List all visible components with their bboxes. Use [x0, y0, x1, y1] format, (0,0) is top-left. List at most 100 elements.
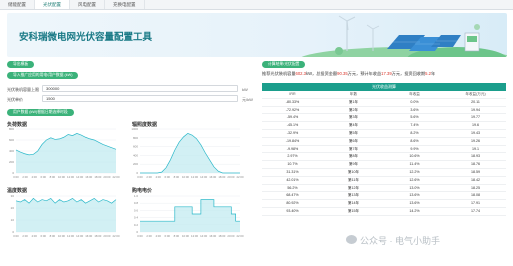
x-tick-label: 10:00 [182, 234, 189, 238]
result-capacity: 602.3 [295, 71, 306, 76]
x-tick-label: 12:00 [191, 175, 198, 179]
x-tick-label: 6:00 [165, 234, 171, 238]
y-tick-label: 0.8 [134, 201, 139, 205]
table-cell: -80.33% [285, 99, 300, 104]
table-cell: 31.31% [286, 169, 299, 174]
table-cell: 18.25 [471, 185, 480, 190]
table-row: 68.47% 第13年 13.6% 18.08 [262, 192, 506, 201]
capacity-limit-label: 光伏装机容量上限 [7, 87, 39, 92]
table-cell: 14.2% [409, 208, 420, 213]
table-cell: 93.40% [286, 208, 299, 213]
pv-price-unit: 元/kW [242, 97, 253, 102]
table-cell: 18.59 [471, 169, 480, 174]
pv-price-input[interactable]: 1500 [42, 95, 238, 102]
x-tick-label: 18:00 [218, 175, 225, 179]
x-tick-label: 20:00 [103, 234, 110, 238]
x-tick-label: 8:00 [174, 175, 180, 179]
x-tick-label: 2:00 [146, 175, 152, 179]
date-select-pill[interactable]: 用户数据 (kW)根据日期选择时段 [7, 109, 74, 116]
chart-area [140, 133, 240, 173]
table-cell: 19.1 [472, 146, 479, 151]
table-cell: 13.0% [409, 185, 420, 190]
load-chart: 80060040020000:00 2:00 4:00 6:00 8:00 10:00 12… [9, 127, 120, 179]
table-cell: 18.08 [471, 193, 480, 198]
table-cell: 8.2% [410, 130, 419, 135]
x-tick-label: 14:00 [200, 175, 207, 179]
y-tick-label: 400 [133, 153, 138, 157]
table-cell: 第1年 [348, 99, 359, 104]
x-tick-label: 2:00 [22, 175, 28, 179]
solar-landscape-illustration [301, 15, 507, 57]
y-tick-label: 800 [9, 127, 14, 131]
x-tick-label: 12:00 [67, 175, 74, 179]
result-invest: 90.35 [337, 71, 348, 76]
import-data-pill[interactable]: 导入推广应用的用电/用户数据 (kW) [7, 72, 79, 79]
y-tick-label: 800 [133, 136, 138, 140]
x-tick-label: 16:00 [85, 175, 92, 179]
y-tick-label: 1.0 [134, 194, 139, 198]
x-tick-label: 4:00 [155, 234, 161, 238]
watermark-text: 公众号 · 电气小助手 [360, 236, 440, 246]
x-tick-label: 4:00 [31, 234, 37, 238]
tab-charging[interactable]: 充换电配置 [105, 0, 145, 9]
temperature-chart: 30201000:00 2:00 4:00 6:00 8:00 10:00 12:00 14:… [11, 194, 120, 238]
table-cell: 13.6% [409, 201, 420, 206]
table-cell: 10.7% [287, 162, 298, 167]
chart-area [16, 198, 116, 232]
col-income: 年收益(万元) [465, 92, 486, 96]
x-tick-label: 8:00 [50, 234, 56, 238]
x-tick-label: 16:00 [209, 234, 216, 238]
table-cell: 0.0% [410, 99, 419, 104]
x-tick-label: 14:00 [76, 175, 83, 179]
table-row: -72.92% 第2年 3.6% 19.94 [262, 107, 506, 115]
y-tick-label: 600 [9, 138, 14, 142]
y-tick-label: 400 [9, 149, 14, 153]
tab-storage[interactable]: 储能配置 [0, 0, 35, 9]
x-tick-label: 22:00 [113, 234, 120, 238]
table-row: 31.31% 第10年 12.2% 18.59 [262, 169, 506, 177]
x-tick-label: 18:00 [94, 234, 101, 238]
capacity-limit-input[interactable]: 300000 [42, 85, 238, 92]
table-cell: 12.6% [409, 177, 420, 182]
tab-pv[interactable]: 光伏配置 [35, 0, 70, 9]
capacity-limit-unit: kW [242, 87, 248, 92]
table-row: 80.92% 第14年 13.6% 17.91 [262, 200, 506, 208]
table-cell: -32.9% [286, 130, 299, 135]
tab-bar: 储能配置 光伏配置 风电配置 充换电配置 [0, 0, 513, 10]
table-row: 56.2% 第12年 13.0% 18.25 [262, 185, 506, 193]
table-cell: 19.26 [471, 138, 480, 143]
table-cell: -19.84% [285, 138, 300, 143]
table-cell: -72.92% [285, 107, 300, 112]
table-cell: 第3年 [348, 115, 359, 120]
x-tick-label: 16:00 [209, 175, 216, 179]
tab-wind[interactable]: 风电配置 [70, 0, 105, 9]
result-mid3: 万元，投资回收期 [391, 71, 426, 76]
x-tick-label: 16:00 [85, 234, 92, 238]
result-suffix: 年 [431, 71, 436, 76]
x-tick-label: 0:00 [13, 175, 19, 179]
table-cell: 第5年 [348, 130, 359, 135]
col-year: 年数 [349, 92, 358, 96]
x-tick-label: 8:00 [50, 175, 56, 179]
table-cell: 12.2% [409, 169, 420, 174]
table-cell: 2.97% [287, 154, 298, 159]
temperature-chart-title: 温度数据 [7, 188, 28, 194]
export-template-pill[interactable]: 导出模板 [7, 61, 35, 68]
x-tick-label: 20:00 [227, 234, 234, 238]
y-tick-label: 200 [9, 160, 14, 164]
table-cell: 18.76 [471, 162, 480, 167]
result-summary: 推荐光伏装机容量602.3kW，总投资金额90.35万元，预计年收益17.39万… [262, 71, 435, 77]
table-cell: 第10年 [347, 169, 360, 174]
table-cell: 第7年 [348, 146, 359, 151]
table-cell: 第12年 [347, 185, 360, 190]
x-tick-label: 12:00 [67, 234, 74, 238]
table-cell: 8.6% [410, 138, 419, 143]
y-tick-label: 0.4 [134, 216, 139, 220]
table-cell: 10.6% [409, 154, 420, 159]
table-cell: 7.4% [410, 123, 419, 128]
table-cell: 第14年 [347, 201, 360, 206]
x-tick-label: 6:00 [41, 234, 47, 238]
wechat-icon [346, 235, 357, 244]
y-tick-label: 200 [133, 162, 138, 166]
x-tick-label: 10:00 [58, 175, 65, 179]
